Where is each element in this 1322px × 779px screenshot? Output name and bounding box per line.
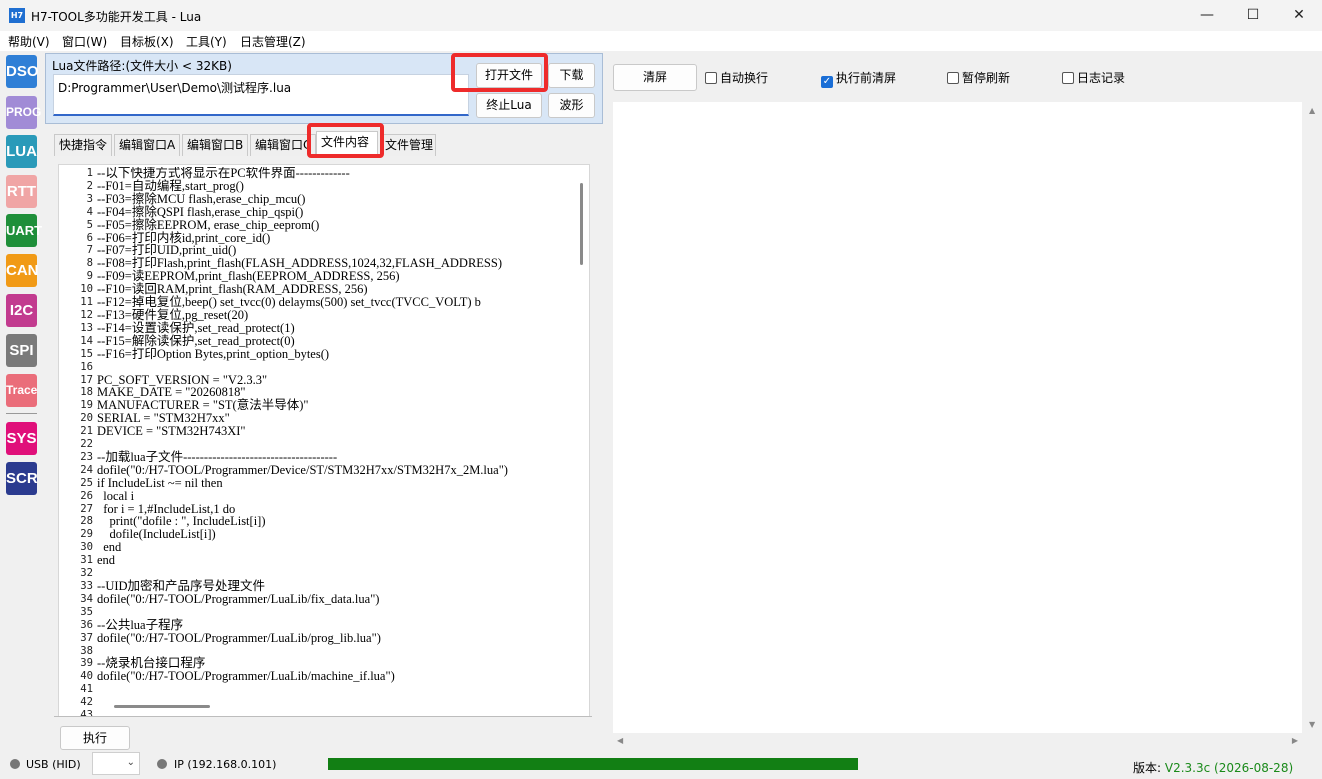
log-toolbar: 清屏 自动换行 ✓ 执行前清屏 暂停刷新 日志记录	[606, 53, 1322, 101]
editor-divider	[54, 716, 592, 717]
menu-help[interactable]: 帮助(V)	[8, 33, 50, 50]
checkbox-icon: ✓	[821, 76, 833, 88]
log-vertical-scrollbar[interactable]: ▲ ▼	[1303, 102, 1322, 733]
version-value: V2.3.3c (2026-08-28)	[1164, 761, 1294, 775]
pause-refresh-checkbox[interactable]: 暂停刷新	[947, 71, 1010, 85]
checkbox-icon	[1062, 72, 1074, 84]
clear-screen-button[interactable]: 清屏	[613, 64, 697, 91]
clear-before-exec-checkbox[interactable]: ✓ 执行前清屏	[821, 71, 897, 88]
progress-fill	[328, 758, 859, 770]
sidebar-spi-button[interactable]: SPI	[6, 334, 37, 367]
download-button[interactable]: 下载	[548, 63, 595, 88]
status-bar: USB (HID) ⌄ IP (192.168.0.101) 版本: V2.3.…	[0, 752, 1322, 779]
chevron-down-icon: ⌄	[126, 757, 135, 768]
sidebar-i2c-button[interactable]: I2C	[6, 294, 37, 327]
sidebar-can-button[interactable]: CAN	[6, 254, 39, 287]
title-bar: H7 H7-TOOL多功能开发工具 - Lua — ☐ ✕	[0, 0, 1322, 31]
menu-bar: 帮助(V) 窗口(W) 目标板(X) 工具(Y) 日志管理(Z)	[0, 31, 1322, 51]
window-title: H7-TOOL多功能开发工具 - Lua	[31, 10, 202, 24]
waveform-button[interactable]: 波形	[548, 93, 595, 118]
maximize-icon[interactable]: ☐	[1230, 4, 1276, 26]
module-sidebar: DSO PROG LUA RTT UART CAN I2C SPI Trace …	[0, 51, 42, 751]
sidebar-rtt-button[interactable]: RTT	[6, 175, 37, 208]
clear-before-exec-label: 执行前清屏	[836, 71, 897, 85]
auto-wrap-checkbox[interactable]: 自动换行	[705, 71, 768, 85]
code-text[interactable]: --以下快捷方式将显示在PC软件界面------------- --F01=自动…	[97, 167, 573, 709]
pause-refresh-label: 暂停刷新	[962, 71, 1011, 85]
close-icon[interactable]: ✕	[1276, 4, 1322, 26]
sidebar-divider	[6, 413, 37, 414]
tab-edit-window-b[interactable]: 编辑窗口B	[182, 134, 248, 156]
ip-status-icon	[157, 759, 167, 769]
scroll-left-icon[interactable]: ◀	[617, 736, 623, 745]
usb-status-label: USB (HID)	[26, 758, 81, 771]
sidebar-dso-button[interactable]: DSO	[6, 55, 39, 88]
editor-horizontal-scrollbar[interactable]	[114, 705, 210, 708]
connection-select[interactable]: ⌄	[92, 752, 140, 775]
checkbox-icon	[947, 72, 959, 84]
menu-target-board[interactable]: 目标板(X)	[120, 33, 174, 50]
version-label: 版本:	[1133, 761, 1162, 775]
line-numbers: 1 2 3 4 5 6 7 8 9 10 11 12 13 14 15 16 1…	[80, 167, 93, 717]
sidebar-lua-button[interactable]: LUA	[6, 135, 37, 168]
highlight-file-content-tab	[307, 123, 384, 158]
scroll-up-icon[interactable]: ▲	[1309, 106, 1315, 115]
log-horizontal-scrollbar[interactable]: ◀ ▶	[613, 733, 1302, 750]
stop-lua-button[interactable]: 终止Lua	[476, 93, 542, 118]
menu-window[interactable]: 窗口(W)	[62, 33, 107, 50]
lua-path-value: D:Programmer\User\Demo\测试程序.lua	[58, 81, 292, 95]
auto-wrap-label: 自动换行	[720, 71, 769, 85]
log-record-label: 日志记录	[1077, 71, 1126, 85]
log-output-area[interactable]	[613, 102, 1302, 733]
tab-edit-window-a[interactable]: 编辑窗口A	[114, 134, 180, 156]
sidebar-trace-button[interactable]: Trace	[6, 374, 37, 407]
tab-file-management[interactable]: 文件管理	[380, 134, 436, 156]
tab-quick-commands[interactable]: 快捷指令	[54, 134, 112, 156]
editor-vertical-scrollbar[interactable]	[580, 183, 583, 265]
checkbox-icon	[705, 72, 717, 84]
lua-path-input[interactable]: D:Programmer\User\Demo\测试程序.lua	[53, 74, 469, 116]
progress-bar	[328, 758, 869, 770]
version-info: 版本: V2.3.3c (2026-08-28)	[1133, 759, 1293, 776]
lua-path-label: Lua文件路径:(文件大小 < 32KB)	[52, 59, 232, 73]
menu-log-management[interactable]: 日志管理(Z)	[240, 33, 306, 50]
scroll-right-icon[interactable]: ▶	[1292, 736, 1298, 745]
usb-status-icon	[10, 759, 20, 769]
sidebar-prog-button[interactable]: PROG	[6, 96, 41, 129]
minimize-icon[interactable]: —	[1184, 4, 1230, 26]
sidebar-sys-button[interactable]: SYS	[6, 422, 37, 455]
menu-tools[interactable]: 工具(Y)	[186, 33, 227, 50]
ip-status-label: IP (192.168.0.101)	[174, 758, 277, 771]
scroll-down-icon[interactable]: ▼	[1309, 720, 1315, 729]
execute-button[interactable]: 执行	[60, 726, 130, 750]
log-record-checkbox[interactable]: 日志记录	[1062, 71, 1125, 85]
highlight-open-file	[451, 53, 548, 92]
code-editor[interactable]: 1 2 3 4 5 6 7 8 9 10 11 12 13 14 15 16 1…	[58, 164, 590, 717]
sidebar-uart-button[interactable]: UART	[6, 214, 42, 247]
app-logo-icon: H7	[9, 8, 25, 23]
sidebar-scr-button[interactable]: SCR	[6, 462, 38, 495]
